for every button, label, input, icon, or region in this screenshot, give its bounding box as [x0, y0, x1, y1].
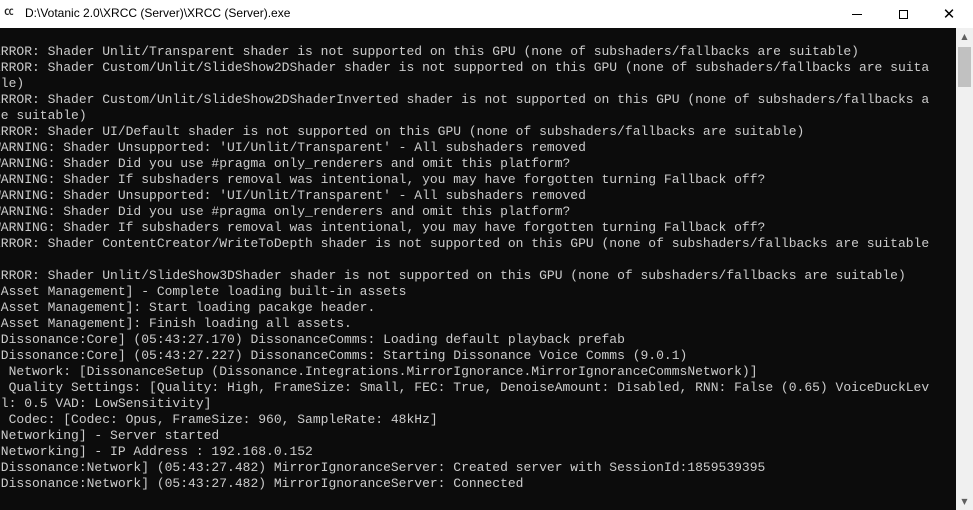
minimize-icon [852, 13, 862, 15]
console-line: ble) [0, 76, 25, 91]
console-line: - Codec: [Codec: Opus, FrameSize: 960, S… [0, 412, 438, 427]
console-line: WARNING: Shader If subshaders removal wa… [0, 172, 766, 187]
console-line: ERROR: Shader Unlit/SlideShow3DShader sh… [0, 268, 906, 283]
console-lines: ERROR: Shader Unlit/Transparent shader i… [0, 44, 929, 492]
console-line: - Quality Settings: [Quality: High, Fram… [0, 380, 930, 395]
console-line: [Asset Management]: Finish loading all a… [0, 316, 352, 331]
console-output[interactable]: ERROR: Shader Unlit/Transparent shader i… [0, 28, 956, 510]
scrollbar-thumb[interactable] [958, 47, 971, 87]
console-line: WARNING: Shader Unsupported: 'UI/Unlit/T… [0, 188, 586, 203]
close-button[interactable]: ✕ [926, 0, 972, 28]
console-line: [Asset Management] - Complete loading bu… [0, 284, 407, 299]
console-line: - Network: [DissonanceSetup (Dissonance.… [0, 364, 758, 379]
console-app-icon: CC [4, 8, 14, 18]
minimize-button[interactable] [834, 0, 880, 28]
console-line: re suitable) [0, 108, 87, 123]
window-title: D:\Votanic 2.0\XRCC (Server)\XRCC (Serve… [25, 6, 291, 20]
vertical-scrollbar[interactable]: ▲ ▼ [956, 28, 973, 510]
console-line: WARNING: Shader Did you use #pragma only… [0, 156, 571, 171]
chevron-down-icon: ▼ [961, 497, 968, 506]
scroll-up-button[interactable]: ▲ [956, 28, 973, 45]
console-line: [Dissonance:Network] (05:43:27.482) Mirr… [0, 476, 524, 491]
maximize-icon [898, 9, 908, 19]
title-bar[interactable]: CC D:\Votanic 2.0\XRCC (Server)\XRCC (Se… [0, 0, 973, 28]
console-line: [Networking] - IP Address : 192.168.0.15… [0, 444, 313, 459]
console-line: ) [0, 252, 929, 268]
console-line: [Dissonance:Core] (05:43:27.170) Dissona… [0, 332, 625, 347]
chevron-up-icon: ▲ [961, 32, 968, 41]
console-line: WARNING: Shader If subshaders removal wa… [0, 220, 766, 235]
console-line: [Dissonance:Core] (05:43:27.227) Dissona… [0, 348, 688, 363]
console-line: ERROR: Shader ContentCreator/WriteToDept… [0, 236, 930, 251]
console-line: [Asset Management]: Start loading pacakg… [0, 300, 376, 315]
close-icon: ✕ [942, 4, 956, 23]
scroll-down-button[interactable]: ▼ [956, 493, 973, 510]
console-line: [Dissonance:Network] (05:43:27.482) Mirr… [0, 460, 766, 475]
console-window: CC D:\Votanic 2.0\XRCC (Server)\XRCC (Se… [0, 0, 973, 510]
maximize-button[interactable] [880, 0, 926, 28]
console-line: el: 0.5 VAD: LowSensitivity] [0, 396, 212, 411]
console-line: ERROR: Shader Custom/Unlit/SlideShow2DSh… [0, 60, 930, 75]
console-line: ERROR: Shader Custom/Unlit/SlideShow2DSh… [0, 92, 930, 107]
console-line: WARNING: Shader Unsupported: 'UI/Unlit/T… [0, 140, 586, 155]
console-line: WARNING: Shader Did you use #pragma only… [0, 204, 571, 219]
console-line: [Networking] - Server started [0, 428, 220, 443]
console-line: ERROR: Shader UI/Default shader is not s… [0, 124, 805, 139]
console-line: ERROR: Shader Unlit/Transparent shader i… [0, 44, 859, 59]
